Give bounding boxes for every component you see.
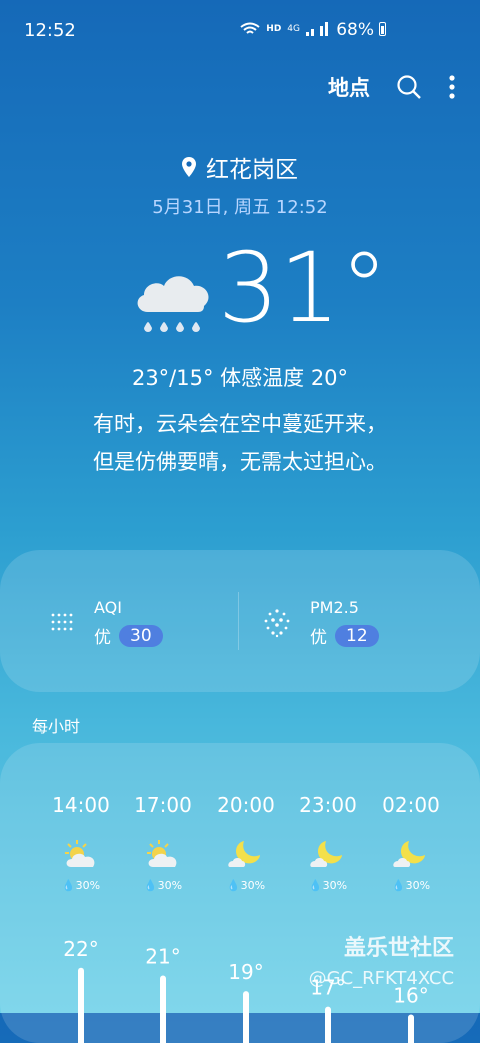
more-options-icon[interactable] — [448, 74, 456, 100]
hour-precip: 💧30% — [205, 879, 287, 892]
hour-precip: 💧30% — [370, 879, 452, 892]
date-time: 5月31日, 周五 12:52 — [152, 197, 328, 218]
pm25-value-badge: 12 — [335, 624, 379, 647]
hour-temp-bar — [78, 967, 84, 1043]
hour-temp-bar — [325, 1006, 331, 1043]
pm25-name: PM2.5 — [310, 598, 359, 617]
hour-precip: 💧30% — [40, 879, 122, 892]
location[interactable]: 红花岗区 — [0, 150, 480, 184]
location-pin-icon — [182, 157, 196, 177]
hourly-item[interactable]: 02:00 💧30% — [370, 793, 452, 892]
weather-summary: 有时，云朵会在空中蔓延开来， 但是仿佛要晴，无需太过担心。 — [40, 405, 440, 481]
hour-precip-value: 30% — [322, 879, 348, 892]
aqi-item[interactable]: AQI 优 30 — [50, 598, 163, 648]
battery-percent: 68% — [336, 20, 374, 40]
air-divider — [238, 592, 239, 650]
hourly-item[interactable]: 23:00 💧30% — [287, 793, 369, 892]
partly-sunny-icon — [122, 839, 204, 873]
hourly-forecast-card[interactable]: 22° 21° 19° 17° 16° 14:00 💧30% 17:00 💧30% 20:00 💧… — [0, 743, 480, 1043]
search-icon[interactable] — [396, 74, 422, 100]
aqi-level: 优 — [94, 628, 111, 648]
summary-line-1: 有时，云朵会在空中蔓延开来， — [93, 412, 387, 436]
network-type: 4G — [287, 24, 300, 34]
hour-precip-value: 30% — [240, 879, 266, 892]
hour-time: 14:00 — [52, 793, 110, 817]
watermark: 盖乐世社区 @GC_RFKT4XCC — [300, 930, 454, 989]
hour-temp-bar — [160, 975, 166, 1043]
hour-temp: 22° — [63, 937, 98, 961]
hour-time: 20:00 — [217, 793, 275, 817]
hour-time: 02:00 — [382, 793, 440, 817]
hour-precip-value: 30% — [405, 879, 431, 892]
aqi-name: AQI — [94, 598, 122, 617]
air-quality-card[interactable]: AQI 优 30 PM2.5 优 12 — [0, 550, 480, 692]
hourly-label: 每小时 — [32, 717, 81, 736]
hour-precip: 💧30% — [122, 879, 204, 892]
pm25-dots-icon — [264, 609, 290, 638]
watermark-line-1: 盖乐世社区 — [344, 936, 455, 961]
current-temperature: 31° — [218, 232, 389, 344]
hd-label: HD — [266, 24, 282, 34]
raindrop-icon: 💧 — [226, 879, 241, 892]
raindrop-icon: 💧 — [308, 879, 323, 892]
hour-precip-value: 30% — [157, 879, 183, 892]
hour-precip: 💧30% — [287, 879, 369, 892]
signal-icon — [306, 22, 328, 36]
hourly-item[interactable]: 17:00 💧30% — [122, 793, 204, 892]
moon-cloud-icon — [370, 839, 452, 873]
location-name: 红花岗区 — [206, 157, 298, 183]
aqi-dots-icon — [51, 613, 73, 631]
hour-time: 23:00 — [299, 793, 357, 817]
hour-precip-value: 30% — [75, 879, 101, 892]
battery-icon — [379, 22, 386, 36]
hour-temp: 19° — [228, 960, 263, 984]
status-icons: HD 4G — [240, 22, 332, 36]
hourly-item[interactable]: 20:00 💧30% — [205, 793, 287, 892]
status-time: 12:52 — [24, 20, 76, 41]
raindrop-icon: 💧 — [61, 879, 76, 892]
summary-line-2: 但是仿佛要晴，无需太过担心。 — [93, 450, 387, 474]
rain-cloud-icon — [132, 270, 214, 344]
watermark-line-2: @GC_RFKT4XCC — [308, 968, 455, 989]
raindrop-icon: 💧 — [391, 879, 406, 892]
moon-cloud-icon — [205, 839, 287, 873]
hour-temp-bar — [243, 991, 249, 1043]
temp-range-feels-like: 23°/15° 体感温度 20° — [131, 366, 349, 390]
partly-sunny-icon — [40, 839, 122, 873]
status-bar: 12:52 HD 4G 68% — [0, 0, 480, 60]
moon-cloud-icon — [287, 839, 369, 873]
pm25-item[interactable]: PM2.5 优 12 — [262, 598, 379, 648]
aqi-value-badge: 30 — [119, 624, 163, 647]
hourly-item[interactable]: 14:00 💧30% — [40, 793, 122, 892]
hour-time: 17:00 — [134, 793, 192, 817]
places-button[interactable]: 地点 — [328, 72, 370, 102]
top-actions: 地点 — [328, 72, 456, 102]
hourly-temp-graph: 22° 21°19°17° 16° — [63, 937, 429, 1043]
raindrop-icon: 💧 — [143, 879, 158, 892]
pm25-level: 优 — [310, 628, 327, 648]
hour-temp: 21° — [145, 945, 180, 969]
wifi-icon — [240, 22, 260, 34]
hour-temp-bar — [408, 1014, 414, 1043]
